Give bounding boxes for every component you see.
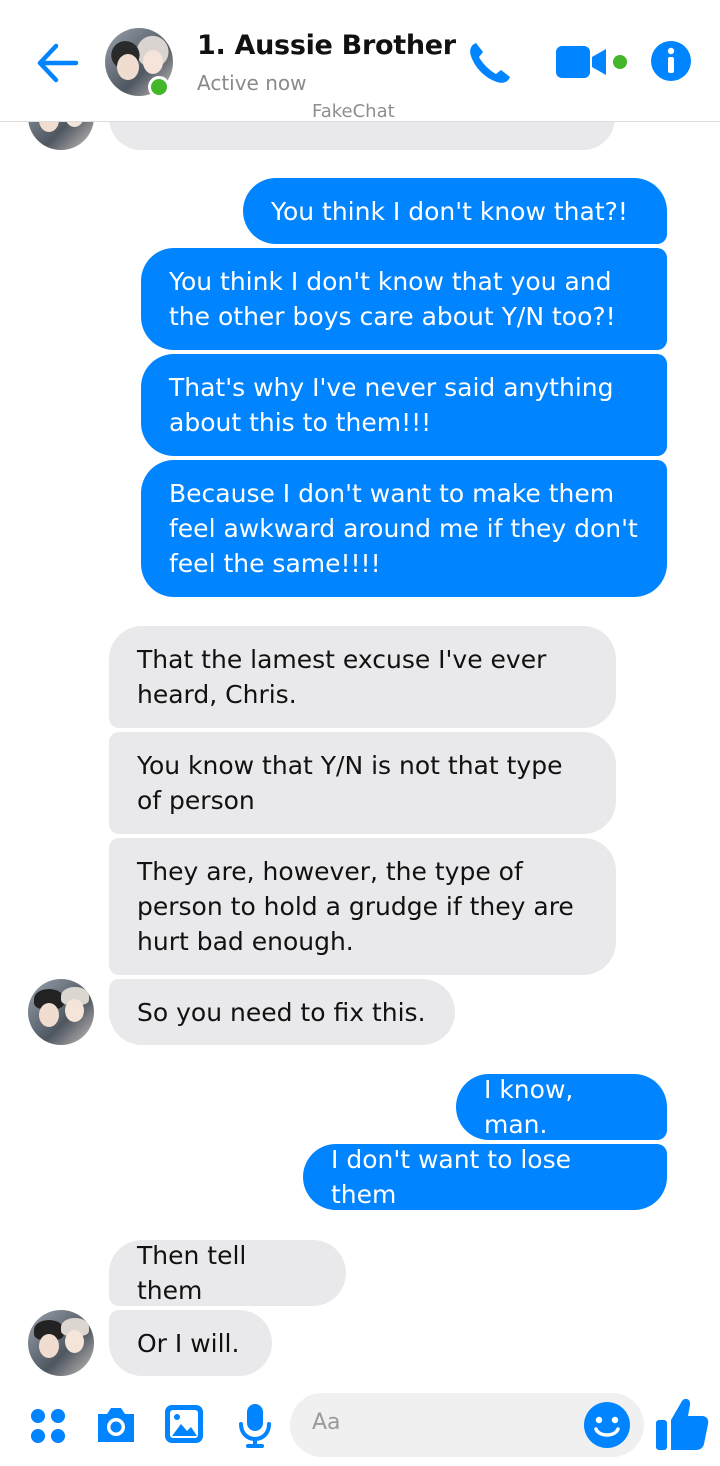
received-message[interactable]: So you need to fix this. — [109, 979, 455, 1045]
info-icon[interactable] — [650, 40, 692, 82]
phone-icon[interactable] — [466, 40, 514, 86]
thumbs-up-icon[interactable] — [654, 1396, 710, 1452]
contact-name[interactable]: 1. Aussie Brother — [197, 30, 456, 61]
active-status: Active now — [197, 71, 307, 95]
back-arrow-icon[interactable] — [34, 40, 80, 86]
contact-avatar-small[interactable] — [28, 1310, 94, 1376]
received-message[interactable]: Then tell them — [109, 1240, 346, 1306]
watermark: FakeChat — [312, 101, 395, 122]
received-message[interactable]: Or I will. — [109, 1310, 272, 1376]
gallery-icon[interactable] — [163, 1403, 205, 1445]
received-message[interactable]: That the lamest excuse I've ever heard, … — [109, 626, 616, 728]
apps-grid-icon[interactable] — [28, 1406, 68, 1446]
sent-message[interactable]: You think I don't know that you and the … — [141, 248, 667, 350]
sent-message[interactable]: I don't want to lose them — [303, 1144, 667, 1210]
sent-message[interactable]: I know, man. — [456, 1074, 667, 1140]
sent-message[interactable]: You think I don't know that?! — [243, 178, 667, 244]
sent-message[interactable]: Because I don't want to make them feel a… — [141, 460, 667, 597]
camera-icon[interactable] — [94, 1404, 138, 1444]
message-input-placeholder[interactable]: Aa — [312, 1410, 341, 1435]
online-indicator — [148, 76, 170, 98]
video-active-dot — [613, 55, 627, 69]
received-message[interactable]: They are, however, the type of person to… — [109, 838, 616, 975]
sent-message[interactable]: That's why I've never said anything abou… — [141, 354, 667, 456]
emoji-icon[interactable] — [583, 1401, 631, 1449]
contact-avatar-small[interactable] — [28, 979, 94, 1045]
received-message[interactable]: You know that Y/N is not that type of pe… — [109, 732, 616, 834]
video-camera-icon[interactable] — [554, 43, 610, 81]
microphone-icon[interactable] — [238, 1402, 272, 1448]
